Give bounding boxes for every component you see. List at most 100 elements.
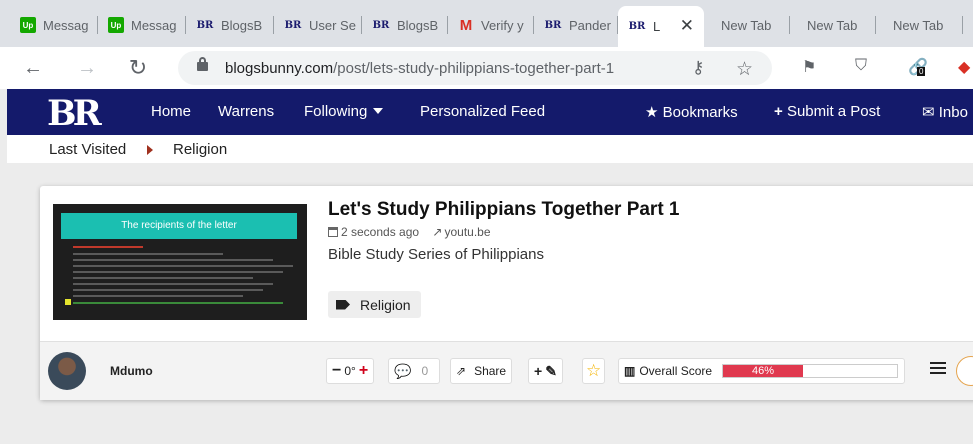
overall-score: ▥ Overall Score 46% [618, 358, 906, 384]
tab-title: New Tab [807, 17, 858, 33]
nav-warrens[interactable]: Warrens [218, 103, 274, 120]
tab-title: Verify y [481, 17, 524, 33]
thumbnail-title: The recipients of the letter [61, 213, 297, 239]
star-icon[interactable]: ☆ [736, 58, 753, 81]
breadcrumb-current[interactable]: Religion [173, 141, 227, 158]
avatar[interactable] [48, 352, 86, 390]
reload-icon[interactable]: ↻ [125, 55, 151, 81]
extension-icon[interactable]: ◆ [958, 57, 970, 77]
pin-icon: ✎ [545, 362, 557, 379]
lock-icon [197, 57, 208, 71]
downvote-button[interactable]: − [332, 362, 341, 380]
tab-title: Messag [131, 17, 177, 33]
vote-count: 0° [344, 364, 356, 378]
share-label: Share [474, 364, 507, 378]
tab-title: New Tab [721, 17, 772, 33]
tab-title: L [653, 19, 661, 34]
tab-active[interactable]: BR L ✕ [618, 6, 704, 47]
nav-bookmarks[interactable]: ★ Bookmarks [645, 103, 738, 121]
close-tab-icon[interactable]: ✕ [680, 16, 694, 36]
post-time: 2 seconds ago [341, 225, 420, 239]
address-bar[interactable]: blogsbunny.com/post/lets-study-philippia… [178, 51, 772, 85]
bar-chart-icon: ▥ [624, 364, 636, 378]
tab-title: User Se [309, 17, 356, 33]
site-logo[interactable]: BR [47, 93, 102, 134]
vote-control: − 0° + [326, 358, 375, 384]
share-button[interactable]: ⇗ Share [450, 358, 513, 384]
tab-1[interactable]: Up Messag [98, 8, 186, 42]
tab-6[interactable]: BR Pander [534, 8, 618, 42]
tag-label: Religion [360, 296, 411, 313]
browser-toolbar: ← → ↻ blogsbunny.com/post/lets-study-phi… [0, 47, 973, 89]
url-domain: blogsbunny.com [225, 60, 334, 77]
caret-right-icon [147, 145, 153, 155]
nav-inbox-label: Inbo [938, 104, 968, 121]
tab-title: BlogsB [397, 17, 439, 33]
comments-button[interactable]: 💬 0 [388, 358, 440, 384]
tab-10[interactable]: New Tab [876, 8, 973, 42]
tab-0[interactable]: Up Messag [10, 8, 98, 42]
site-navbar: BR Home Warrens Following Personalized F… [7, 89, 973, 135]
breadcrumb-last-visited[interactable]: Last Visited [49, 141, 126, 158]
external-link-icon: ↗ [432, 225, 443, 239]
breadcrumb: Last Visited Religion [7, 135, 973, 163]
bookmark-star-button[interactable]: ☆ [582, 358, 606, 384]
blogsbunny-favicon-icon: BR [196, 19, 214, 31]
tab-title: New Tab [893, 17, 944, 33]
tab-4[interactable]: BR BlogsB [362, 8, 448, 42]
upvote-button[interactable]: + [359, 362, 368, 380]
blogsbunny-favicon-icon: BR [544, 19, 562, 31]
tab-2[interactable]: BR BlogsB [186, 8, 274, 42]
author-name[interactable]: Mdumo [110, 364, 153, 378]
nav-inbox[interactable]: ✉ Inbo [922, 103, 968, 121]
comment-icon: 💬 [394, 362, 412, 379]
extension-badge: 0 [917, 67, 926, 76]
shield-icon[interactable]: ⛉ [855, 57, 867, 75]
tab-3[interactable]: BR User Se [274, 8, 362, 42]
star-icon: ★ [645, 104, 663, 121]
extension-flag-icon[interactable]: ⚑ [802, 57, 816, 77]
menu-icon[interactable] [930, 362, 946, 374]
post-meta: 2 seconds ago ↗ youtu.be [328, 225, 491, 239]
browser-tab-strip: Up Messag Up Messag BR BlogsB BR User Se… [0, 0, 973, 47]
tab-9[interactable]: New Tab [790, 8, 876, 42]
post-description: Bible Study Series of Philippians [328, 246, 544, 263]
share-icon: ⇗ [456, 364, 467, 378]
key-icon[interactable]: ⚷ [692, 58, 704, 78]
post-title[interactable]: Let's Study Philippians Together Part 1 [328, 199, 680, 221]
score-bar: 46% [722, 364, 899, 378]
gmail-favicon-icon: M [459, 16, 473, 34]
options-circle-button[interactable] [956, 356, 973, 386]
score-label: Overall Score [639, 364, 713, 378]
plus-icon: + [534, 363, 543, 379]
blogsbunny-favicon-icon: BR [372, 19, 390, 31]
tab-5[interactable]: M Verify y [448, 8, 534, 42]
plus-icon: + [774, 103, 787, 120]
url-text: blogsbunny.com/post/lets-study-philippia… [225, 60, 614, 77]
post-footer: Mdumo − 0° + 💬 0 ⇗ Share + ✎ ☆ ▥ Overall… [40, 341, 973, 400]
tag-religion[interactable]: Religion [328, 291, 421, 318]
upwork-favicon-icon: Up [20, 17, 36, 33]
comment-count: 0 [421, 364, 429, 378]
video-thumbnail[interactable]: The recipients of the letter [53, 204, 307, 320]
nav-following[interactable]: Following [304, 103, 384, 120]
upwork-favicon-icon: Up [108, 17, 124, 33]
nav-submit-label: Submit a Post [786, 103, 881, 120]
add-to-warren-button[interactable]: + ✎ [528, 358, 563, 384]
post-source[interactable]: youtu.be [444, 225, 490, 239]
tag-icon [336, 299, 350, 310]
link-extension-icon[interactable]: 🔗0 [908, 57, 928, 77]
score-text: 46% [752, 365, 775, 377]
nav-home[interactable]: Home [151, 103, 191, 120]
url-path: /post/lets-study-philippians-together-pa… [333, 60, 615, 77]
tab-8[interactable]: New Tab [704, 8, 790, 42]
nav-submit-post[interactable]: + Submit a Post [774, 103, 880, 120]
back-icon[interactable]: ← [20, 55, 46, 81]
forward-icon[interactable]: → [74, 55, 100, 81]
envelope-icon: ✉ [922, 104, 939, 121]
tab-title: Messag [43, 17, 89, 33]
tab-title: Pander [569, 17, 611, 33]
nav-personalized-feed[interactable]: Personalized Feed [420, 103, 545, 120]
tab-title: BlogsB [221, 17, 263, 33]
nav-following-label: Following [304, 103, 368, 120]
